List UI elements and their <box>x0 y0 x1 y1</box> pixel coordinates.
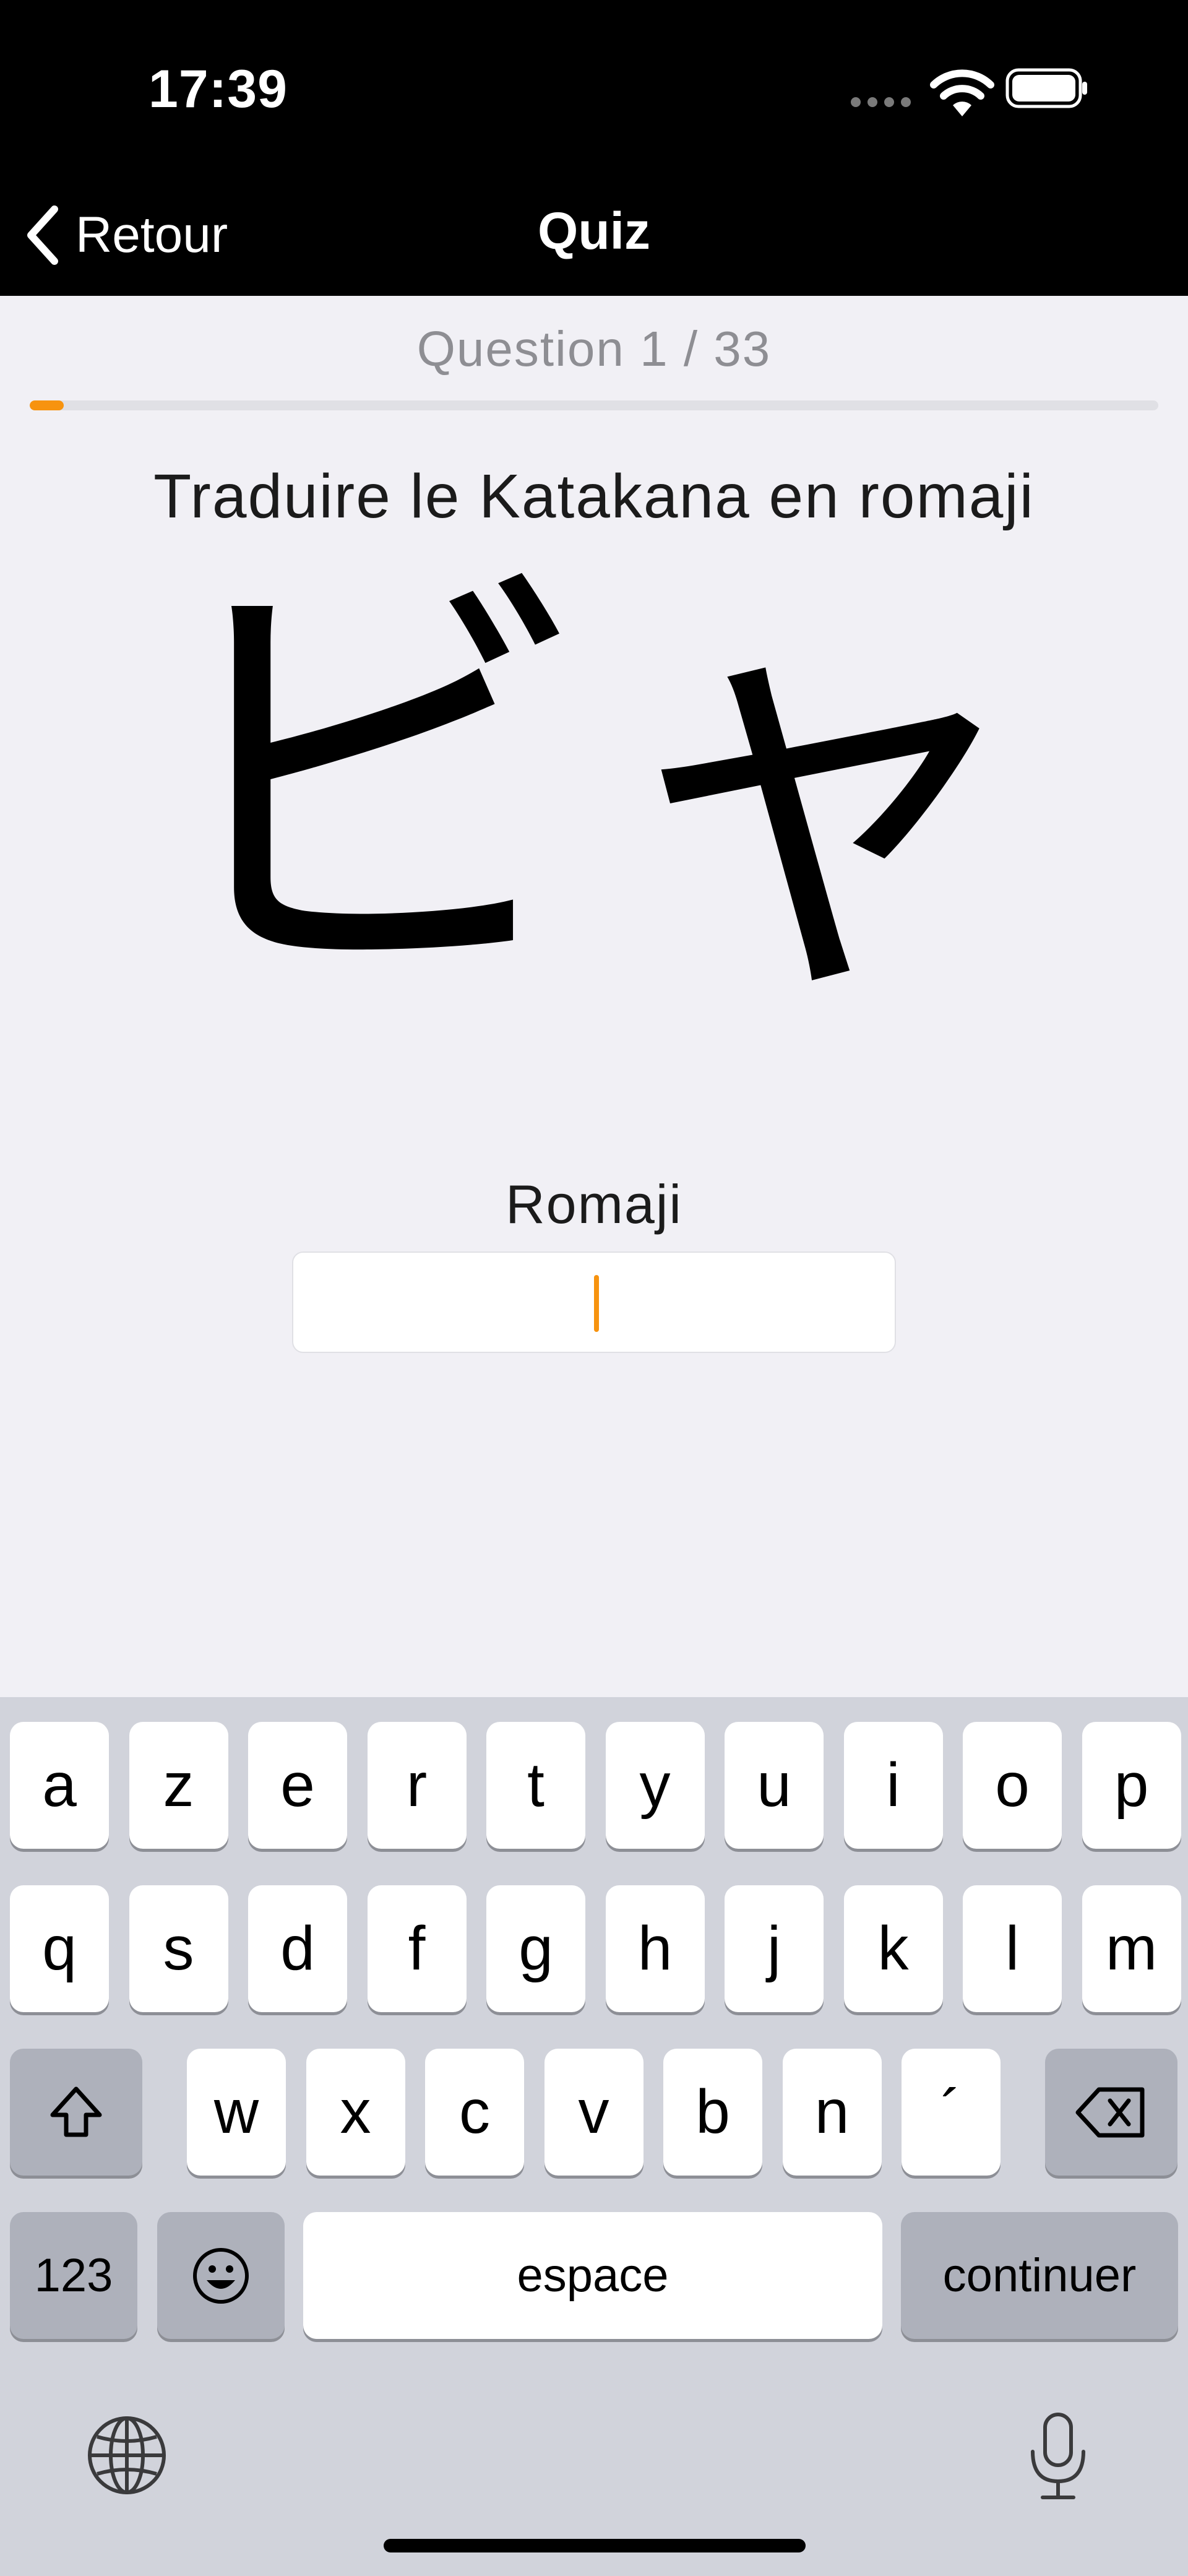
key-g[interactable]: g <box>486 1885 585 2012</box>
globe-icon <box>88 2416 166 2494</box>
keyboard: azertyuiop qsdfghjklm w x c v b n ´ 123 espace… <box>0 1697 1188 2576</box>
key-c[interactable]: c <box>425 2049 524 2176</box>
emoji-icon <box>193 2247 249 2304</box>
page-title: Quiz <box>538 202 650 260</box>
key-h[interactable]: h <box>605 1885 705 2012</box>
key-acute[interactable]: ´ <box>902 2049 1001 2176</box>
romaji-input[interactable] <box>292 1251 897 1353</box>
key-k[interactable]: k <box>843 1885 943 2012</box>
key-t[interactable]: t <box>486 1722 585 1849</box>
status-time: 17:39 <box>148 59 288 119</box>
key-s[interactable]: s <box>129 1885 228 2012</box>
text-caret <box>594 1275 599 1332</box>
question-counter: Question 1 / 33 <box>416 321 772 376</box>
key-x[interactable]: x <box>306 2049 405 2176</box>
globe-key[interactable] <box>80 2409 173 2502</box>
battery-icon <box>1005 68 1087 108</box>
key-u[interactable]: u <box>725 1722 824 1849</box>
continue-key[interactable]: continuer <box>901 2212 1178 2339</box>
key-q[interactable]: q <box>10 1885 109 2012</box>
key-z[interactable]: z <box>129 1722 228 1849</box>
romaji-field-label: Romaji <box>506 1173 682 1235</box>
space-key[interactable]: espace <box>303 2212 882 2339</box>
delete-icon <box>1075 2087 1145 2137</box>
emoji-key[interactable] <box>157 2212 285 2339</box>
key-b[interactable]: b <box>663 2049 762 2176</box>
key-l[interactable]: l <box>963 1885 1062 2012</box>
katakana-character: ビャ <box>148 527 1040 1045</box>
wifi-icon <box>930 69 994 116</box>
key-d[interactable]: d <box>248 1885 347 2012</box>
key-p[interactable]: p <box>1082 1722 1181 1849</box>
dictation-key[interactable] <box>1015 2406 1101 2505</box>
status-bar: 17:39 <box>0 0 1188 164</box>
key-f[interactable]: f <box>367 1885 467 2012</box>
key-y[interactable]: y <box>605 1722 705 1849</box>
key-r[interactable]: r <box>367 1722 467 1849</box>
key-i[interactable]: i <box>843 1722 943 1849</box>
quiz-progress-fill <box>30 400 64 410</box>
home-indicator <box>384 2539 806 2552</box>
key-j[interactable]: j <box>725 1885 824 2012</box>
shift-icon <box>50 2086 102 2137</box>
key-a[interactable]: a <box>10 1722 109 1849</box>
navigation-bar: Retour Quiz <box>0 164 1188 296</box>
shift-key[interactable] <box>10 2049 142 2176</box>
delete-key[interactable] <box>1045 2049 1177 2176</box>
cellular-signal-icon <box>851 97 918 110</box>
numbers-key[interactable]: 123 <box>10 2212 137 2339</box>
key-m[interactable]: m <box>1082 1885 1181 2012</box>
quiz-progress-bar <box>30 400 1158 410</box>
key-w[interactable]: w <box>187 2049 286 2176</box>
key-e[interactable]: e <box>248 1722 347 1849</box>
key-o[interactable]: o <box>963 1722 1062 1849</box>
key-v[interactable]: v <box>544 2049 644 2176</box>
microphone-icon <box>1031 2413 1085 2499</box>
key-n[interactable]: n <box>782 2049 882 2176</box>
